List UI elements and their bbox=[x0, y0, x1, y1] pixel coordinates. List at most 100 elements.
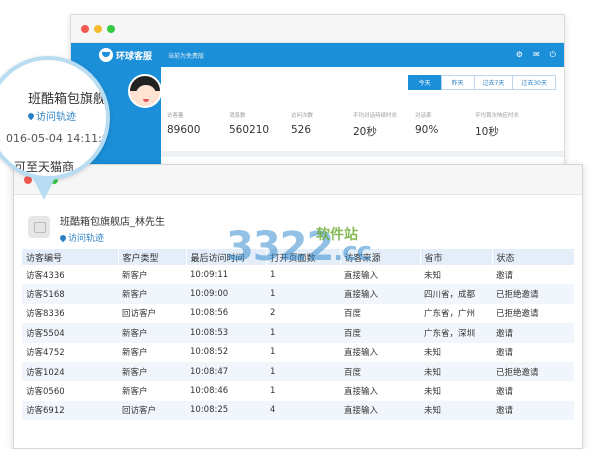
cell-customer-type: 新客户 bbox=[122, 387, 148, 398]
cell-source: 百度 bbox=[344, 309, 362, 320]
stat-label: 平均对话持续时长 bbox=[353, 113, 398, 119]
invite-link[interactable]: 邀请 bbox=[492, 381, 574, 400]
bubble-visit-trail-link[interactable]: 访问轨迹 bbox=[26, 108, 76, 123]
table-row[interactable]: 访客4752 新客户 10:08:52 1 直接输入 未知 邀请 bbox=[22, 343, 574, 362]
cell-source: 百度 bbox=[340, 361, 420, 382]
stat-value: 89600 bbox=[167, 124, 201, 136]
stat-chat-rate: 对话率 90% bbox=[415, 111, 475, 139]
cell-region: 未知 bbox=[420, 400, 492, 421]
chat-icon[interactable]: ✉ bbox=[533, 50, 540, 60]
stat-visits: 访问次数 526 bbox=[291, 111, 353, 139]
stat-label: 访客量 bbox=[167, 113, 184, 119]
visitor-summary: 班酷箱包旗舰店_林先生 访问轨迹 bbox=[28, 213, 165, 244]
visit-trail-link[interactable]: 访问轨迹 bbox=[58, 231, 165, 244]
cell-customer-type: 新客户 bbox=[122, 348, 148, 359]
date-range-tabs: 今天 昨天 过去7天 过去30天 bbox=[407, 75, 556, 90]
edition-label: 当前为免费版 bbox=[168, 52, 205, 60]
stat-label: 访问次数 bbox=[291, 113, 314, 119]
cell-region: 广东省，深圳 bbox=[420, 323, 492, 343]
cell-pages: 1 bbox=[270, 386, 276, 397]
table-row[interactable]: 访客1024 新客户 10:08:47 1 百度 未知 已拒绝邀请 bbox=[22, 361, 574, 382]
visitor-name: 班酷箱包旗舰店_林先生 bbox=[60, 217, 165, 228]
screenshot-stage: 环球客服 当前为免费版 ⚙ ✉ ⏻ 今天 昨天 过去7天 过去30天 访客量 8… bbox=[0, 0, 600, 449]
maximize-window-button[interactable] bbox=[107, 24, 115, 33]
stat-value: 560210 bbox=[229, 124, 270, 136]
cell-region: 未知 bbox=[424, 387, 442, 398]
divider bbox=[161, 151, 564, 157]
cell-source: 百度 bbox=[340, 323, 420, 343]
stat-visitors: 访客量 89600 bbox=[167, 111, 229, 139]
logo-icon bbox=[99, 48, 113, 62]
cell-visitor-id: 访客1024 bbox=[22, 361, 118, 382]
invite-link[interactable]: 邀请 bbox=[492, 343, 574, 362]
tab-yesterday[interactable]: 昨天 bbox=[440, 75, 475, 90]
cell-last-visit: 10:08:53 bbox=[186, 323, 266, 343]
dashboard-titlebar bbox=[71, 15, 564, 43]
cell-visitor-id: 访客4752 bbox=[26, 348, 65, 359]
cell-last-visit: 10:08:47 bbox=[186, 361, 266, 382]
cell-last-visit: 10:08:46 bbox=[190, 386, 229, 397]
bubble-visitor-name: 班酷箱包旗舰 bbox=[28, 92, 107, 107]
cell-customer-type: 新客户 bbox=[118, 284, 186, 304]
minimize-window-button[interactable] bbox=[94, 24, 102, 33]
cell-last-visit: 10:08:56 bbox=[190, 308, 229, 319]
cell-source: 直接输入 bbox=[344, 348, 379, 359]
table-row[interactable]: 访客5504 新客户 10:08:53 1 百度 广东省，深圳 邀请 bbox=[22, 323, 574, 343]
watermark-subtitle: 软件站 bbox=[316, 227, 358, 243]
header-icons: ⚙ ✉ ⏻ bbox=[516, 50, 556, 60]
cell-visitor-id: 访客6912 bbox=[22, 400, 118, 421]
stat-value: 10秒 bbox=[475, 126, 499, 138]
cell-last-visit: 10:08:52 bbox=[190, 347, 229, 358]
stat-value: 526 bbox=[291, 124, 312, 136]
status-rejected: 已拒绝邀请 bbox=[496, 309, 539, 320]
col-region[interactable]: 省市 bbox=[420, 249, 493, 265]
cell-region: 未知 bbox=[424, 270, 442, 281]
col-visitor-id[interactable]: 访客编号 bbox=[22, 249, 119, 265]
stat-avg-duration: 平均对话持续时长 20秒 bbox=[353, 111, 415, 139]
cell-customer-type: 新客户 bbox=[118, 323, 186, 343]
cell-pages: 1 bbox=[270, 347, 276, 358]
cell-customer-type: 回访客户 bbox=[118, 400, 186, 421]
stats-row: 访客量 89600 消息数 560210 访问次数 526 平均对话持续时长 2… bbox=[167, 111, 537, 139]
status-rejected: 已拒绝邀请 bbox=[492, 361, 574, 382]
tab-today[interactable]: 今天 bbox=[407, 75, 442, 90]
col-customer-type[interactable]: 客户类型 bbox=[118, 249, 187, 265]
bubble-timestamp: 016-05-04 14:11:03 bbox=[6, 132, 110, 145]
table-row[interactable]: 访客5168 新客户 10:09:00 1 直接输入 四川省，成都 已拒绝邀请 bbox=[22, 284, 574, 304]
location-pin-icon bbox=[58, 233, 68, 242]
power-icon[interactable]: ⏻ bbox=[550, 50, 556, 60]
agent-avatar[interactable] bbox=[128, 74, 162, 108]
visitor-table: 访客编号 客户类型 最后访问时间 打开页面数 访客来源 省市 状态 访客4336… bbox=[22, 249, 575, 421]
cell-visitor-id: 访客0560 bbox=[26, 387, 65, 398]
visit-trail-label: 访问轨迹 bbox=[68, 234, 105, 244]
col-status[interactable]: 状态 bbox=[492, 249, 575, 265]
bubble-pointer bbox=[32, 176, 56, 200]
invite-link[interactable]: 邀请 bbox=[492, 400, 574, 421]
stat-messages: 消息数 560210 bbox=[229, 111, 291, 139]
invite-link[interactable]: 邀请 bbox=[492, 265, 574, 284]
gear-icon[interactable]: ⚙ bbox=[516, 50, 523, 60]
cell-visitor-id: 访客8336 bbox=[26, 309, 65, 320]
cell-source: 直接输入 bbox=[340, 284, 420, 304]
visitor-window-titlebar bbox=[14, 165, 582, 195]
stat-value: 20秒 bbox=[353, 126, 377, 138]
cell-region: 广东省，广州 bbox=[424, 309, 476, 320]
invite-link[interactable]: 邀请 bbox=[492, 323, 574, 343]
cell-last-visit: 10:08:25 bbox=[186, 400, 266, 421]
table-row[interactable]: 访客8336 回访客户 10:08:56 2 百度 广东省，广州 已拒绝邀请 bbox=[22, 304, 574, 323]
cell-last-visit: 10:09:00 bbox=[186, 284, 266, 304]
app-header-bar: 环球客服 当前为免费版 ⚙ ✉ ⏻ bbox=[71, 43, 564, 67]
tab-last-30-days[interactable]: 过去30天 bbox=[512, 75, 556, 90]
tab-last-7-days[interactable]: 过去7天 bbox=[473, 75, 514, 90]
stat-first-response: 平均首次响应时长 10秒 bbox=[475, 111, 537, 139]
cell-visitor-id: 访客4336 bbox=[26, 270, 65, 281]
cell-pages: 1 bbox=[266, 284, 340, 304]
cell-region: 四川省，成都 bbox=[420, 284, 492, 304]
stat-value: 90% bbox=[415, 124, 439, 136]
cell-source: 直接输入 bbox=[344, 387, 379, 398]
table-row[interactable]: 访客6912 回访客户 10:08:25 4 直接输入 未知 邀请 bbox=[22, 400, 574, 421]
close-window-button[interactable] bbox=[81, 24, 89, 33]
stat-label: 消息数 bbox=[229, 113, 246, 119]
cell-pages: 1 bbox=[266, 361, 340, 382]
table-row[interactable]: 访客0560 新客户 10:08:46 1 直接输入 未知 邀请 bbox=[22, 381, 574, 400]
